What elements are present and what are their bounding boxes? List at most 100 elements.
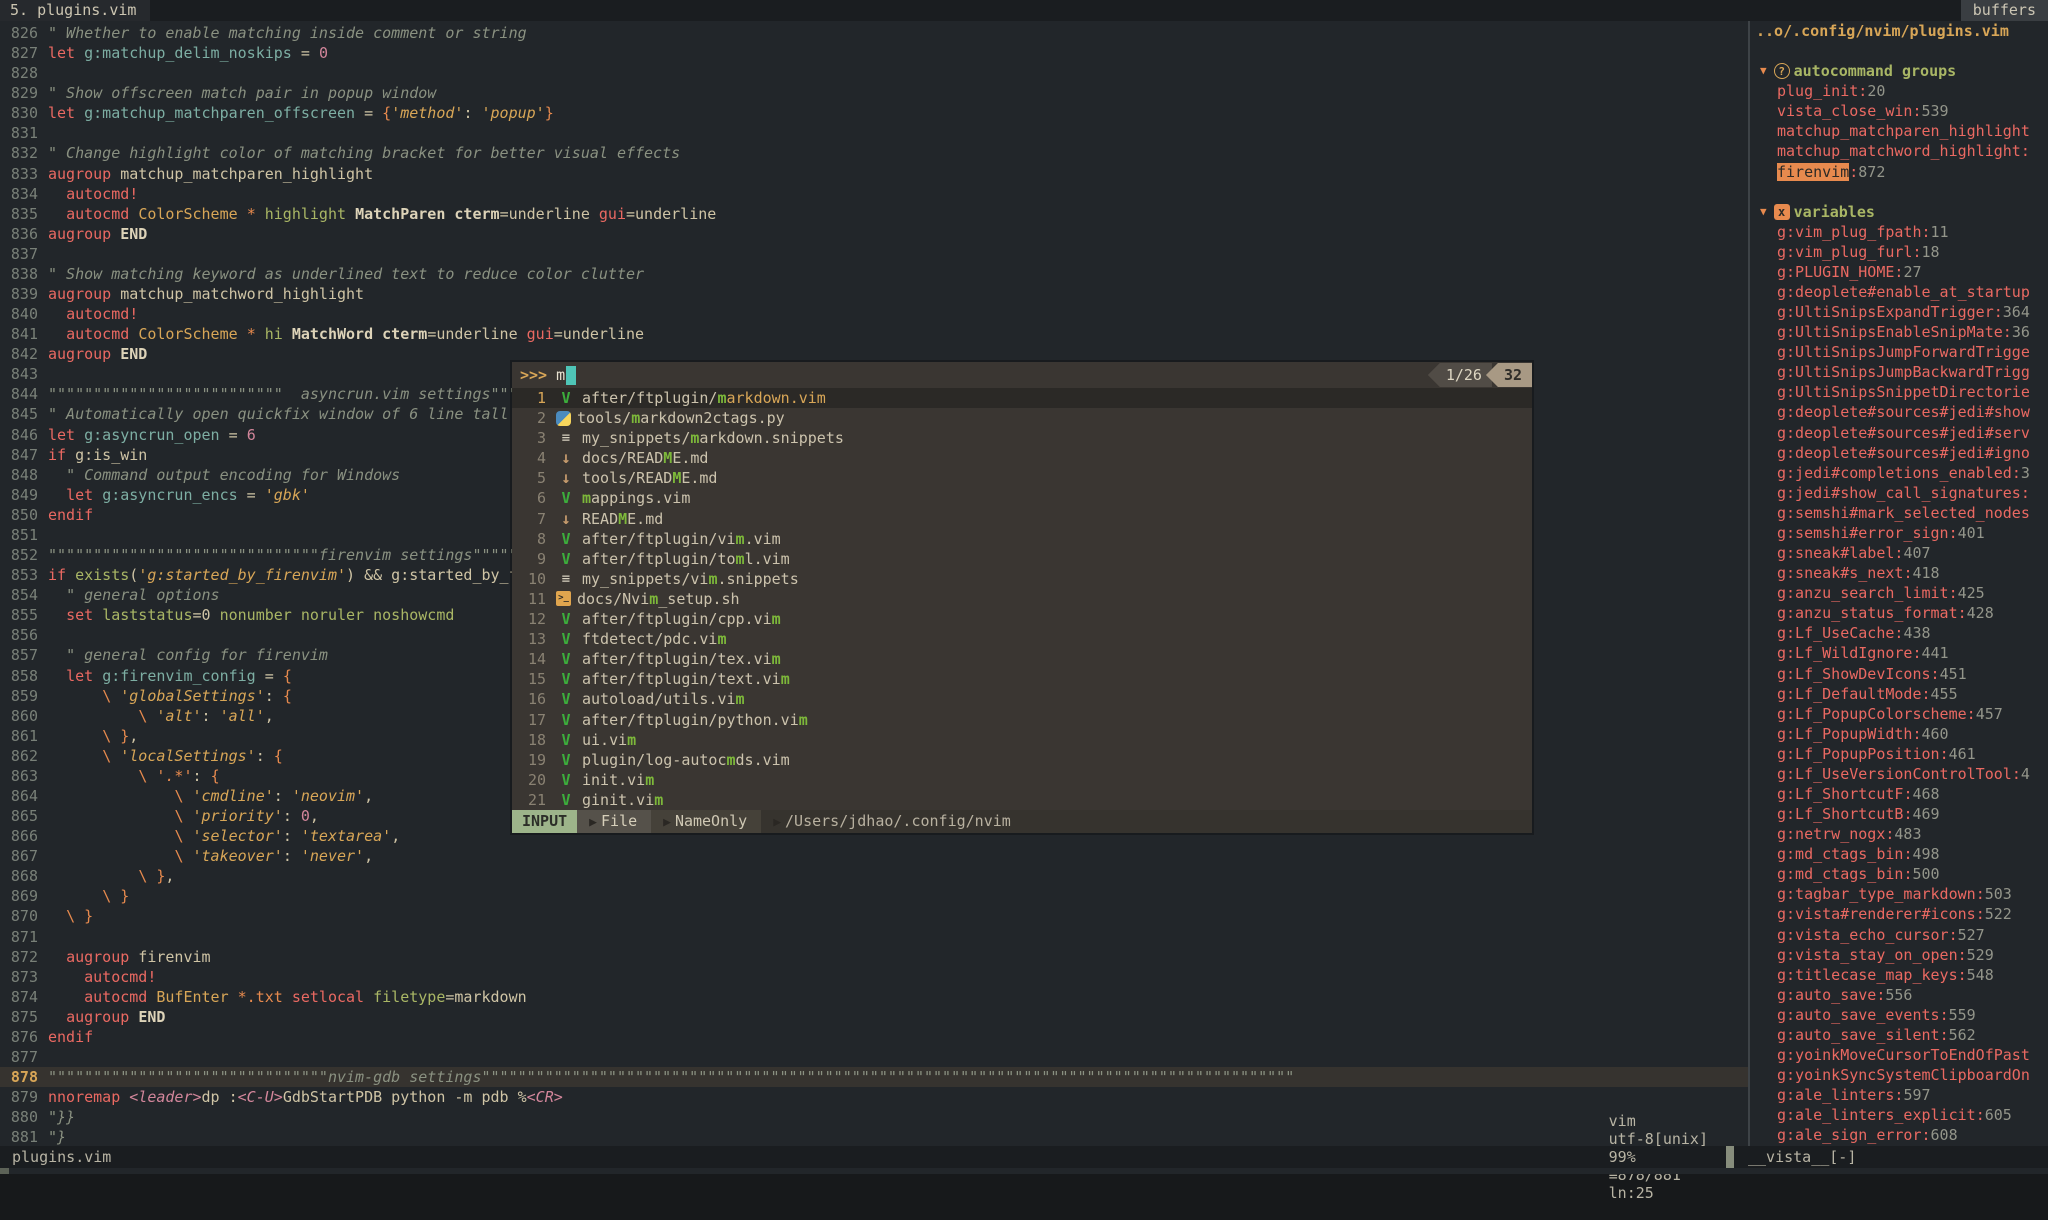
vista-tag-item[interactable]: g:ale_linters:597	[1750, 1085, 2048, 1105]
editor-line[interactable]: 828	[0, 63, 1748, 83]
vista-tag-item[interactable]: g:Lf_WildIgnore:441	[1750, 643, 2048, 663]
file-result-row[interactable]: 19Vplugin/log-autocmds.vim	[512, 750, 1532, 770]
file-result-row[interactable]: 10≡my_snippets/vim.snippets	[512, 569, 1532, 589]
editor-line[interactable]: 835 autocmd ColorScheme * highlight Matc…	[0, 204, 1748, 224]
vista-tag-item[interactable]: g:UltiSnipsJumpBackwardTrigg	[1750, 362, 2048, 382]
vista-tag-item[interactable]: g:vista_stay_on_open:529	[1750, 945, 2048, 965]
vista-tag-item[interactable]: vista_close_win:539	[1750, 101, 2048, 121]
vista-tag-item[interactable]: g:auto_save:556	[1750, 985, 2048, 1005]
file-result-row[interactable]: 1Vafter/ftplugin/markdown.vim	[512, 388, 1532, 408]
editor-line[interactable]: 877	[0, 1047, 1748, 1067]
vista-tag-item[interactable]: matchup_matchword_highlight:	[1750, 141, 2048, 161]
file-result-row[interactable]: 17Vafter/ftplugin/python.vim	[512, 710, 1532, 730]
vista-tag-item[interactable]: g:deoplete#sources#jedi#igno	[1750, 443, 2048, 463]
editor-line[interactable]: 873 autocmd!	[0, 967, 1748, 987]
file-result-row[interactable]: 5↓tools/README.md	[512, 468, 1532, 488]
vista-tag-item[interactable]: g:Lf_ShortcutF:468	[1750, 784, 2048, 804]
editor-line[interactable]: 834 autocmd!	[0, 184, 1748, 204]
editor-line[interactable]: 876endif	[0, 1027, 1748, 1047]
editor-line[interactable]: 827let g:matchup_delim_noskips = 0	[0, 43, 1748, 63]
leaderf-prompt[interactable]: >>> m 1/26 32	[512, 362, 1532, 388]
editor-line[interactable]: 829" Show offscreen match pair in popup …	[0, 83, 1748, 103]
vista-tag-item[interactable]: g:jedi#completions_enabled:3	[1750, 463, 2048, 483]
vista-tag-item[interactable]: g:auto_save_silent:562	[1750, 1025, 2048, 1045]
vista-tag-item[interactable]: g:deoplete#sources#jedi#show	[1750, 402, 2048, 422]
vista-tag-item[interactable]: g:anzu_status_format:428	[1750, 603, 2048, 623]
file-result-row[interactable]: 9Vafter/ftplugin/toml.vim	[512, 549, 1532, 569]
vista-tag-item[interactable]: g:vista_echo_cursor:527	[1750, 925, 2048, 945]
file-result-row[interactable]: 21Vginit.vim	[512, 790, 1532, 810]
file-result-row[interactable]: 14Vafter/ftplugin/tex.vim	[512, 649, 1532, 669]
vista-tag-item[interactable]: g:anzu_search_limit:425	[1750, 583, 2048, 603]
editor-line[interactable]: 878"""""""""""""""""""""""""""""""nvim-g…	[0, 1067, 1748, 1087]
file-result-row[interactable]: 6Vmappings.vim	[512, 488, 1532, 508]
vista-tag-item[interactable]: g:Lf_PopupWidth:460	[1750, 724, 2048, 744]
vista-tag-item[interactable]: g:ale_linters_explicit:605	[1750, 1105, 2048, 1125]
file-result-row[interactable]: 13Vftdetect/pdc.vim	[512, 629, 1532, 649]
leaderf-popup[interactable]: >>> m 1/26 32 1Vafter/ftplugin/markdown.…	[512, 362, 1532, 833]
vista-tag-item[interactable]: g:ale_sign_error:608	[1750, 1125, 2048, 1145]
editor-line[interactable]: 838" Show matching keyword as underlined…	[0, 264, 1748, 284]
vista-section-header[interactable]: ▼?autocommand groups	[1750, 61, 2048, 81]
vista-tag-item[interactable]: g:Lf_UseVersionControlTool:4	[1750, 764, 2048, 784]
tab-plugins-vim[interactable]: 5. plugins.vim	[0, 0, 150, 21]
vista-tag-item[interactable]: g:auto_save_events:559	[1750, 1005, 2048, 1025]
editor-line[interactable]: 837	[0, 244, 1748, 264]
vista-tag-item[interactable]: g:yoinkSyncSystemClipboardOn	[1750, 1065, 2048, 1085]
editor-line[interactable]: 868 \ },	[0, 866, 1748, 886]
vista-tag-item[interactable]: g:semshi#error_sign:401	[1750, 523, 2048, 543]
vista-tag-item[interactable]: g:vista#renderer#icons:522	[1750, 904, 2048, 924]
search-query-input[interactable]: m	[556, 366, 565, 384]
file-result-row[interactable]: 3≡my_snippets/markdown.snippets	[512, 428, 1532, 448]
vista-tag-item[interactable]: g:Lf_DefaultMode:455	[1750, 684, 2048, 704]
vista-tag-item[interactable]: matchup_matchparen_highlight	[1750, 121, 2048, 141]
editor-line[interactable]: 839augroup matchup_matchword_highlight	[0, 284, 1748, 304]
vista-tag-item[interactable]: g:semshi#mark_selected_nodes	[1750, 503, 2048, 523]
vista-section-header[interactable]: ▼xvariables	[1750, 202, 2048, 222]
vista-tag-item[interactable]: g:sneak#s_next:418	[1750, 563, 2048, 583]
vista-tag-item[interactable]: g:deoplete#sources#jedi#serv	[1750, 423, 2048, 443]
vista-tag-item[interactable]: g:Lf_ShortcutB:469	[1750, 804, 2048, 824]
file-result-row[interactable]: 11>_docs/Nvim_setup.sh	[512, 589, 1532, 609]
file-result-row[interactable]: 4↓docs/README.md	[512, 448, 1532, 468]
editor-line[interactable]: 836augroup END	[0, 224, 1748, 244]
editor-line[interactable]: 831	[0, 123, 1748, 143]
editor-line[interactable]: 867 \ 'takeover': 'never',	[0, 846, 1748, 866]
file-result-row[interactable]: 2tools/markdown2ctags.py	[512, 408, 1532, 428]
vista-tag-item[interactable]: g:netrw_nogx:483	[1750, 824, 2048, 844]
vista-tag-item[interactable]: g:Lf_PopupColorscheme:457	[1750, 704, 2048, 724]
file-result-row[interactable]: 15Vafter/ftplugin/text.vim	[512, 669, 1532, 689]
vista-tag-item[interactable]: g:UltiSnipsExpandTrigger:364	[1750, 302, 2048, 322]
editor-line[interactable]: 830let g:matchup_matchparen_offscreen = …	[0, 103, 1748, 123]
vista-sidebar[interactable]: ..o/.config/nvim/plugins.vim ▼?autocomma…	[1750, 21, 2048, 1146]
file-result-row[interactable]: 7↓README.md	[512, 509, 1532, 529]
editor-line[interactable]: 880"}}	[0, 1107, 1748, 1127]
file-result-row[interactable]: 8Vafter/ftplugin/vim.vim	[512, 529, 1532, 549]
editor-line[interactable]: 874 autocmd BufEnter *.txt setlocal file…	[0, 987, 1748, 1007]
vista-tag-item[interactable]: g:UltiSnipsEnableSnipMate:36	[1750, 322, 2048, 342]
editor-line[interactable]: 881"}	[0, 1127, 1748, 1147]
file-result-row[interactable]: 12Vafter/ftplugin/cpp.vim	[512, 609, 1532, 629]
vista-tag-item[interactable]: g:vim_plug_fpath:11	[1750, 222, 2048, 242]
vista-tag-item[interactable]: g:deoplete#enable_at_startup	[1750, 282, 2048, 302]
editor-line[interactable]: 875 augroup END	[0, 1007, 1748, 1027]
vista-tag-item[interactable]: g:Lf_UseCache:438	[1750, 623, 2048, 643]
vista-tag-item[interactable]: firenvim:872	[1750, 162, 2048, 182]
editor-line[interactable]: 871	[0, 927, 1748, 947]
buffers-tab[interactable]: buffers	[1961, 0, 2048, 21]
vista-tag-item[interactable]: g:tagbar_type_markdown:503	[1750, 884, 2048, 904]
vista-tag-item[interactable]: g:Lf_ShowDevIcons:451	[1750, 664, 2048, 684]
editor-line[interactable]: 832" Change highlight color of matching …	[0, 143, 1748, 163]
file-result-row[interactable]: 16Vautoload/utils.vim	[512, 689, 1532, 709]
vista-tag-item[interactable]: g:UltiSnipsJumpForwardTrigge	[1750, 342, 2048, 362]
vista-tag-item[interactable]: g:jedi#show_call_signatures:	[1750, 483, 2048, 503]
vista-tag-item[interactable]: g:yoinkMoveCursorToEndOfPast	[1750, 1045, 2048, 1065]
file-result-row[interactable]: 18Vui.vim	[512, 730, 1532, 750]
editor-line[interactable]: 879nnoremap <leader>dp :<C-U>GdbStartPDB…	[0, 1087, 1748, 1107]
vista-tag-item[interactable]: plug_init:20	[1750, 81, 2048, 101]
collapse-arrow-icon[interactable]: ▼	[1760, 202, 1767, 222]
editor-line[interactable]: 869 \ }	[0, 886, 1748, 906]
editor-line[interactable]: 840 autocmd!	[0, 304, 1748, 324]
vista-tag-item[interactable]: g:titlecase_map_keys:548	[1750, 965, 2048, 985]
editor-line[interactable]: 872 augroup firenvim	[0, 947, 1748, 967]
